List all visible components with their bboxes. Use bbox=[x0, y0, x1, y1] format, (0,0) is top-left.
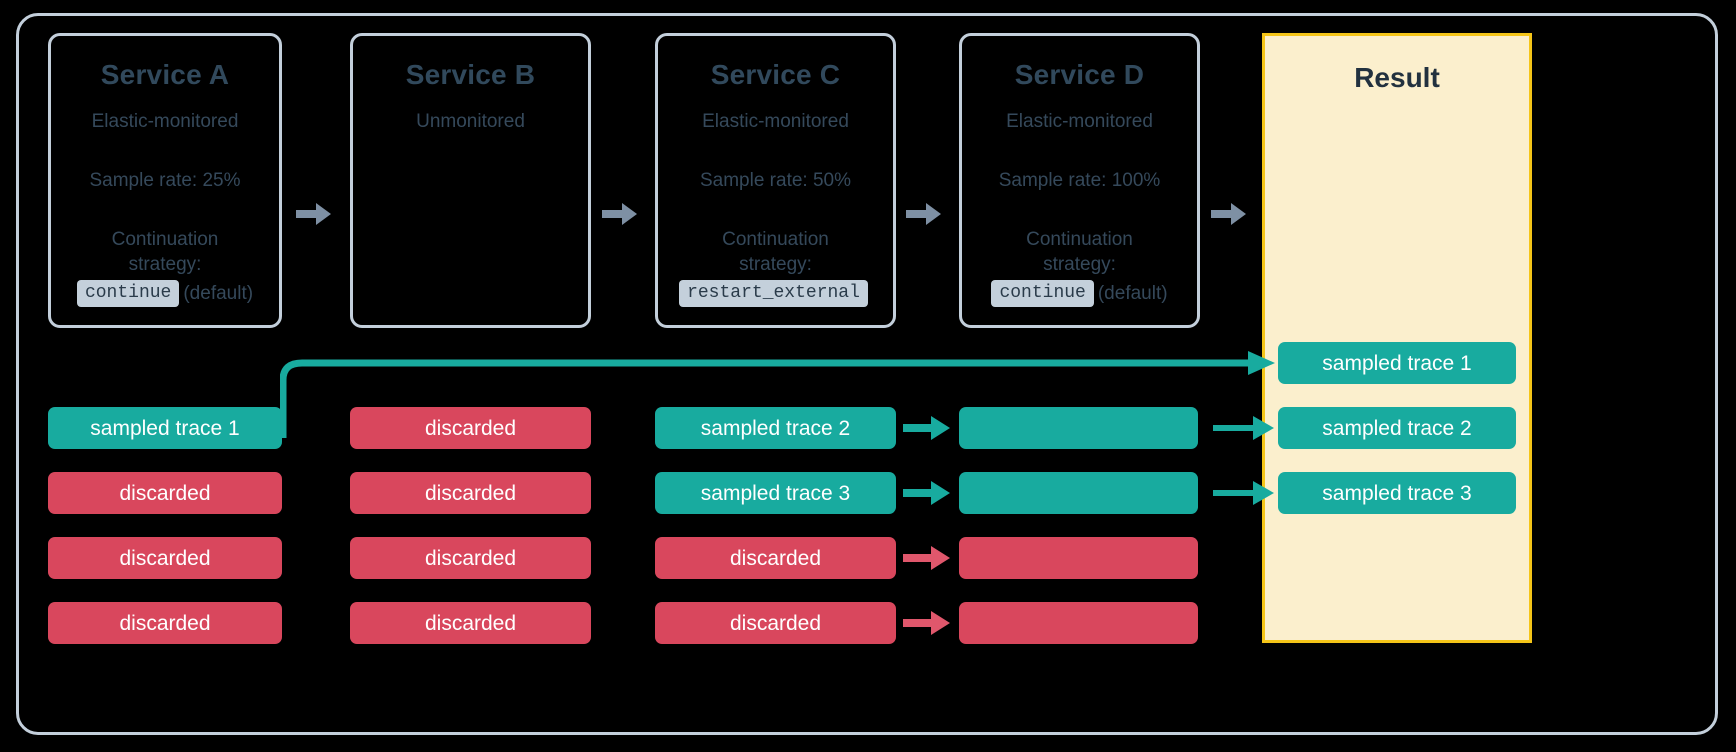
arrow-service-b-to-c bbox=[602, 203, 637, 225]
arrow-c3-to-d3 bbox=[903, 546, 950, 570]
service-b-trace-4: discarded bbox=[350, 602, 591, 644]
service-d-monitoring: Elastic-monitored bbox=[1006, 110, 1153, 132]
service-c-strategy-code: restart_external bbox=[679, 280, 868, 308]
arrow-c2-to-d2 bbox=[903, 481, 950, 505]
service-a-trace-3: discarded bbox=[48, 537, 282, 579]
service-box-b: Service B Unmonitored bbox=[350, 33, 591, 328]
service-c-sample-rate: Sample rate: 50% bbox=[699, 169, 852, 191]
service-c-title: Service C bbox=[710, 59, 841, 90]
service-d-strategy-note: (default) bbox=[1097, 282, 1168, 304]
service-a-trace-3-label: discarded bbox=[119, 546, 211, 570]
service-box-d: Service D Elastic-monitored Sample rate:… bbox=[959, 33, 1200, 328]
arrow-service-c-to-d bbox=[906, 203, 941, 225]
service-c-trace-3-label: discarded bbox=[729, 546, 822, 570]
service-a-trace-1: sampled trace 1 bbox=[48, 407, 282, 449]
service-c-trace-2: sampled trace 3 bbox=[655, 472, 896, 514]
result-chip-3: sampled trace 3 bbox=[1278, 472, 1516, 514]
service-d-trace-3 bbox=[959, 537, 1198, 579]
service-a-title: Service A bbox=[100, 59, 230, 90]
service-c-trace-3: discarded bbox=[655, 537, 896, 579]
service-c-strategy-note bbox=[868, 283, 872, 304]
result-title: Result bbox=[1354, 62, 1440, 93]
service-c-monitoring: Elastic-monitored bbox=[702, 110, 849, 132]
service-b-trace-4-label: discarded bbox=[424, 611, 517, 635]
service-a-trace-2: discarded bbox=[48, 472, 282, 514]
result-chip-1-label: sampled trace 1 bbox=[1322, 351, 1472, 375]
result-chip-3-label: sampled trace 3 bbox=[1322, 481, 1472, 505]
service-c-strategy-value: restart_external bbox=[658, 280, 893, 308]
result-panel: Result bbox=[1262, 33, 1532, 643]
result-chip-2: sampled trace 2 bbox=[1278, 407, 1516, 449]
service-c-trace-4-label: discarded bbox=[729, 611, 822, 635]
service-d-strategy-label: Continuation strategy: bbox=[962, 228, 1197, 277]
service-a-monitoring: Elastic-monitored bbox=[91, 110, 239, 132]
service-b-trace-3: discarded bbox=[350, 537, 591, 579]
service-box-a: Service A Elastic-monitored Sample rate:… bbox=[48, 33, 282, 328]
arrow-service-d-to-result bbox=[1211, 203, 1246, 225]
service-c-trace-2-label: sampled trace 3 bbox=[700, 481, 851, 505]
service-a-strategy-note: (default) bbox=[183, 282, 254, 304]
arrow-d2-to-result3 bbox=[1213, 481, 1274, 505]
service-d-trace-2 bbox=[959, 472, 1198, 514]
service-d-sample-rate: Sample rate: 100% bbox=[998, 169, 1161, 191]
service-b-trace-2: discarded bbox=[350, 472, 591, 514]
service-b-trace-2-label: discarded bbox=[424, 481, 517, 505]
service-c-strategy-line1: Continuation bbox=[722, 229, 829, 251]
service-a-sample-rate: Sample rate: 25% bbox=[89, 169, 241, 191]
service-d-trace-4 bbox=[959, 602, 1198, 644]
service-b-monitoring: Unmonitored bbox=[416, 110, 525, 132]
service-d-strategy-code: continue bbox=[991, 280, 1094, 308]
arrow-service-a-trace1-to-result1 bbox=[280, 351, 1275, 438]
result-chip-2-label: sampled trace 2 bbox=[1322, 416, 1472, 440]
service-b-trace-3-label: discarded bbox=[424, 546, 517, 570]
services-row: Service A Elastic-monitored Sample rate:… bbox=[48, 33, 1246, 328]
service-box-c: Service C Elastic-monitored Sample rate:… bbox=[655, 33, 896, 328]
service-d-strategy-value: continue (default) bbox=[962, 280, 1197, 308]
service-a-strategy-value: continue (default) bbox=[51, 280, 279, 308]
service-d-title: Service D bbox=[1014, 59, 1145, 90]
service-a-strategy-line2: strategy: bbox=[128, 253, 202, 275]
service-d-strategy-line1: Continuation bbox=[1026, 229, 1133, 251]
arrow-service-a-to-b bbox=[296, 203, 331, 225]
service-a-trace-4-label: discarded bbox=[119, 611, 211, 635]
service-a-strategy-label: Continuation strategy: bbox=[51, 228, 279, 277]
service-d-strategy-line2: strategy: bbox=[1043, 253, 1116, 275]
service-c-strategy-label: Continuation strategy: bbox=[658, 228, 893, 277]
service-a-trace-1-label: sampled trace 1 bbox=[90, 416, 240, 440]
service-c-strategy-line2: strategy: bbox=[739, 253, 812, 275]
service-b-title: Service B bbox=[405, 59, 536, 90]
arrow-c4-to-d4 bbox=[903, 611, 950, 635]
diagram-root: Service A Elastic-monitored Sample rate:… bbox=[0, 0, 1736, 752]
service-a-trace-4: discarded bbox=[48, 602, 282, 644]
service-c-trace-4: discarded bbox=[655, 602, 896, 644]
service-a-strategy-line1: Continuation bbox=[111, 229, 219, 251]
service-a-strategy-code: continue bbox=[76, 280, 180, 308]
service-a-trace-2-label: discarded bbox=[119, 481, 211, 505]
result-chip-1: sampled trace 1 bbox=[1278, 342, 1516, 384]
